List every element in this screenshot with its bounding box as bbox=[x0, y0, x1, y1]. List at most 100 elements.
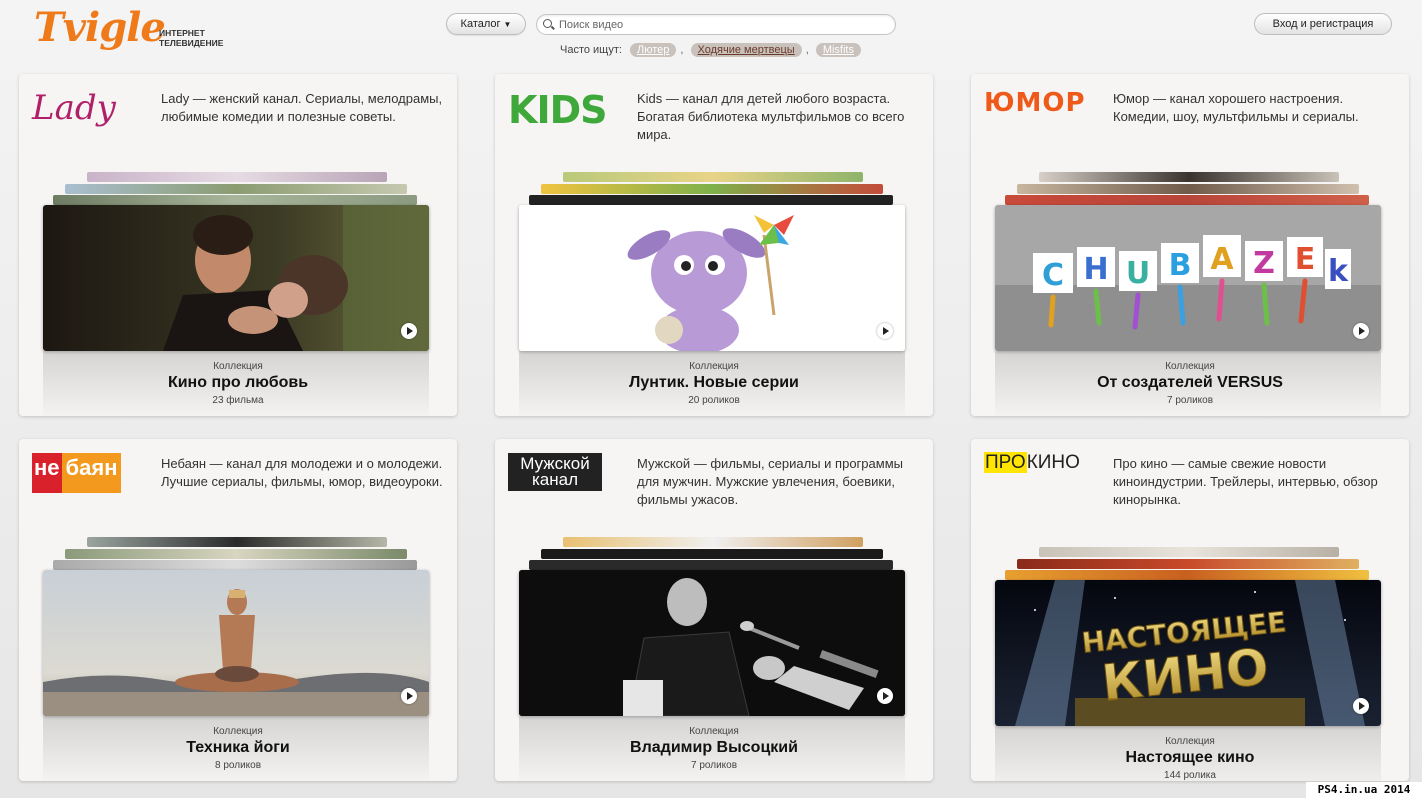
stacked-thumb bbox=[1005, 570, 1369, 580]
svg-text:E: E bbox=[1295, 242, 1316, 277]
channel-card-kids[interactable]: KIDS Kids — канал для детей любого возра… bbox=[495, 74, 933, 416]
site-header: Tvigle Интернет телевидение Каталог▼ Час… bbox=[0, 0, 1422, 70]
kids-channel-logo[interactable]: KIDS bbox=[508, 88, 632, 132]
collection-thumbnail[interactable] bbox=[43, 570, 429, 716]
stacked-thumb bbox=[65, 184, 407, 194]
stacked-thumb bbox=[1039, 547, 1339, 557]
popular-tag-walking-dead[interactable]: Ходячие мертвецы bbox=[690, 43, 802, 57]
collection-info: Коллекция Владимир Высоцкий 7 роликов bbox=[495, 726, 933, 771]
collection-thumbnail[interactable] bbox=[519, 205, 905, 351]
collection-label: Коллекция bbox=[213, 726, 263, 737]
tvigle-logo[interactable]: Tvigle Интернет телевидение bbox=[34, 4, 234, 58]
play-icon[interactable] bbox=[401, 688, 417, 704]
collection-info: Коллекция Кино про любовь 23 фильма bbox=[19, 361, 457, 406]
collection-thumbnail[interactable]: C H U B A Z E k bbox=[995, 205, 1381, 351]
popular-searches: Часто ищут: Лютер, Ходячие мертвецы, Mis… bbox=[560, 43, 862, 57]
channel-card-lady[interactable]: Lady Lady — женский канал. Сериалы, мело… bbox=[19, 74, 457, 416]
collection-thumbnail[interactable] bbox=[519, 570, 905, 716]
stacked-thumb bbox=[1017, 559, 1359, 569]
collection-info: Коллекция От создателей VERSUS 7 роликов bbox=[971, 361, 1409, 406]
collection-label: Коллекция bbox=[213, 361, 263, 372]
watermark: PS4.in.ua 2014 bbox=[1306, 782, 1422, 798]
collection-label: Коллекция bbox=[689, 361, 739, 372]
collection-label: Коллекция bbox=[1165, 361, 1215, 372]
nebayan-channel-logo[interactable]: не баян bbox=[32, 453, 156, 493]
stacked-thumb bbox=[1039, 172, 1339, 182]
svg-text:A: A bbox=[1210, 242, 1234, 277]
yoga-sunset bbox=[43, 570, 429, 716]
stacked-thumb bbox=[87, 537, 387, 547]
collection-label: Коллекция bbox=[1165, 736, 1215, 747]
muzhskoy-channel-logo[interactable]: Мужской канал bbox=[508, 453, 632, 493]
play-icon[interactable] bbox=[1353, 698, 1369, 714]
collection-title[interactable]: От создателей VERSUS bbox=[971, 374, 1409, 392]
svg-text:C: C bbox=[1042, 258, 1064, 293]
catalog-label: Каталог bbox=[460, 18, 501, 30]
popular-tag-luther[interactable]: Лютер bbox=[630, 43, 677, 57]
collection-title[interactable]: Кино про любовь bbox=[19, 374, 457, 392]
svg-text:U: U bbox=[1126, 256, 1150, 291]
stacked-thumb bbox=[529, 560, 893, 570]
collection-count: 7 роликов bbox=[1166, 395, 1214, 406]
stacked-thumb bbox=[541, 549, 883, 559]
collection-info: Коллекция Настоящее кино 144 ролика bbox=[971, 736, 1409, 781]
collection-count: 7 роликов bbox=[690, 760, 738, 771]
logo-tagline: Интернет телевидение bbox=[159, 28, 224, 48]
play-icon[interactable] bbox=[1353, 323, 1369, 339]
chubazeki-letters: C H U B A Z E k bbox=[995, 205, 1381, 351]
channel-card-humor[interactable]: ЮМОР Юмор — канал хорошего настроения. К… bbox=[971, 74, 1409, 416]
popular-tag-misfits[interactable]: Misfits bbox=[815, 43, 861, 57]
search-input[interactable] bbox=[557, 16, 891, 34]
stacked-thumb bbox=[53, 560, 417, 570]
singer-with-guitar bbox=[519, 570, 905, 716]
caret-down-icon: ▼ bbox=[503, 20, 512, 29]
collection-title[interactable]: Владимир Высоцкий bbox=[495, 739, 933, 757]
collection-info: Коллекция Техника йоги 8 роликов bbox=[19, 726, 457, 771]
prokino-channel-logo[interactable]: ПРОКИНО bbox=[984, 452, 1108, 492]
romantic-film-still bbox=[43, 205, 429, 351]
lady-channel-logo[interactable]: Lady bbox=[32, 88, 156, 128]
collection-thumbnail[interactable] bbox=[43, 205, 429, 351]
channel-description: Kids — канал для детей любого возраста. … bbox=[637, 91, 905, 142]
stacked-thumb bbox=[87, 172, 387, 182]
channel-description: Юмор — канал хорошего настроения. Комеди… bbox=[1113, 91, 1359, 124]
svg-text:k: k bbox=[1328, 254, 1349, 289]
humor-channel-logo[interactable]: ЮМОР bbox=[984, 88, 1108, 128]
stacked-thumb bbox=[1017, 184, 1359, 194]
stacked-thumb bbox=[1005, 195, 1369, 205]
channel-description: Про кино — самые свежие новости киноинду… bbox=[1113, 456, 1378, 507]
stacked-thumb bbox=[65, 549, 407, 559]
collection-title[interactable]: Настоящее кино bbox=[971, 749, 1409, 767]
collection-title[interactable]: Лунтик. Новые серии bbox=[495, 374, 933, 392]
play-icon[interactable] bbox=[401, 323, 417, 339]
channel-card-nebayan[interactable]: не баян Небаян — канал для молодежи и о м… bbox=[19, 439, 457, 781]
channel-description: Небаян — канал для молодежи и о молодежи… bbox=[161, 456, 443, 489]
collection-count: 23 фильма bbox=[212, 395, 264, 406]
channel-card-prokino[interactable]: ПРОКИНО Про кино — самые свежие новости … bbox=[971, 439, 1409, 781]
collection-count: 144 ролика bbox=[1164, 770, 1216, 781]
channel-description: Lady — женский канал. Сериалы, мелодрамы… bbox=[161, 91, 443, 124]
channel-card-muzhskoy[interactable]: Мужской канал Мужской — фильмы, сериалы … bbox=[495, 439, 933, 781]
stacked-thumb bbox=[529, 195, 893, 205]
svg-text:Z: Z bbox=[1253, 246, 1275, 281]
play-icon[interactable] bbox=[877, 323, 893, 339]
stacked-thumb bbox=[53, 195, 417, 205]
channel-description: Мужской — фильмы, сериалы и программы дл… bbox=[637, 456, 903, 507]
popular-label: Часто ищут: bbox=[560, 44, 622, 56]
login-register-button[interactable]: Вход и регистрация bbox=[1254, 13, 1392, 35]
collection-thumbnail[interactable]: НАСТОЯЩЕЕ КИНО bbox=[995, 580, 1381, 726]
stacked-thumb bbox=[563, 172, 863, 182]
collection-label: Коллекция bbox=[689, 726, 739, 737]
stacked-thumb bbox=[563, 537, 863, 547]
luntik-cartoon bbox=[519, 205, 905, 351]
collection-count: 20 роликов bbox=[688, 395, 740, 406]
search-box[interactable] bbox=[536, 14, 896, 35]
search-icon bbox=[543, 19, 552, 28]
svg-text:H: H bbox=[1083, 252, 1108, 287]
collection-count: 8 роликов bbox=[214, 760, 262, 771]
collection-title[interactable]: Техника йоги bbox=[19, 739, 457, 757]
collection-info: Коллекция Лунтик. Новые серии 20 роликов bbox=[495, 361, 933, 406]
stacked-thumb bbox=[541, 184, 883, 194]
play-icon[interactable] bbox=[877, 688, 893, 704]
catalog-button[interactable]: Каталог ▼ bbox=[446, 13, 526, 35]
